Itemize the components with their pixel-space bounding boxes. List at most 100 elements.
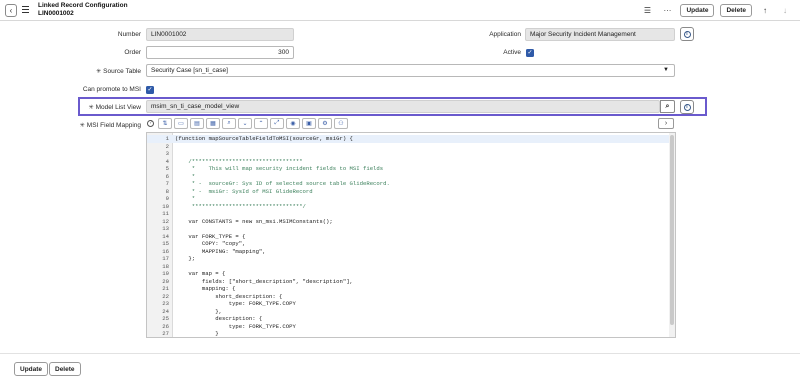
- required-icon: ✳: [96, 69, 102, 75]
- footer-update-button[interactable]: Update: [14, 362, 49, 376]
- code-text: },: [175, 307, 222, 315]
- code-text: * - msiGr: SysId of MSI GlideRecord: [175, 187, 313, 195]
- line-number: 24: [162, 307, 169, 315]
- line-number: 21: [162, 285, 169, 292]
- save-icon[interactable]: ▣: [302, 118, 316, 129]
- arrow-up-icon[interactable]: ↑: [758, 4, 772, 17]
- format-code-icon[interactable]: ⇅: [158, 118, 172, 129]
- script-editor[interactable]: 1 (function mapSourceTableFieldToMSI(sour…: [146, 132, 676, 338]
- code-line[interactable]: 18: [147, 263, 671, 271]
- code-line[interactable]: 22 short_description: {: [147, 293, 671, 301]
- code-line[interactable]: 9 *: [147, 195, 671, 203]
- update-button[interactable]: Update: [680, 3, 715, 17]
- code-line[interactable]: 26 type: FORK_TYPE.COPY: [147, 323, 671, 331]
- script-debugger-icon[interactable]: ◉: [286, 118, 300, 129]
- code-text: };: [175, 255, 196, 262]
- can-promote-checkbox[interactable]: ✓: [146, 86, 154, 94]
- code-line[interactable]: 23 type: FORK_TYPE.COPY: [147, 300, 671, 308]
- line-number: 9: [165, 195, 169, 202]
- hamburger-menu-icon[interactable]: [22, 6, 29, 13]
- code-line[interactable]: 14 var FORK_TYPE = {: [147, 233, 671, 241]
- search-icon[interactable]: ⌕: [222, 118, 236, 129]
- number-label: Number: [117, 31, 141, 38]
- line-number: 11: [162, 210, 169, 217]
- code-line[interactable]: 20 fields: ["short_description", "descri…: [147, 278, 671, 286]
- back-button[interactable]: ‹: [5, 4, 17, 17]
- expand-editor-button[interactable]: ›: [658, 118, 674, 129]
- code-line[interactable]: 24 },: [147, 308, 671, 316]
- page-title: Linked Record Configuration LIN0001002: [38, 2, 128, 18]
- comment-icon[interactable]: ▭: [174, 118, 188, 129]
- line-number: 4: [165, 157, 169, 165]
- application-field[interactable]: Major Security Incident Management: [525, 28, 675, 41]
- code-line[interactable]: 2: [147, 143, 671, 151]
- model-list-view-field[interactable]: msim_sn_ti_case_model_view: [146, 100, 660, 113]
- code-line[interactable]: 21 mapping: {: [147, 285, 671, 293]
- code-line[interactable]: 5 * This will map security incident fiel…: [147, 165, 671, 173]
- scrollbar-thumb[interactable]: [670, 135, 674, 325]
- active-checkbox[interactable]: ✓: [526, 49, 534, 57]
- line-number: 10: [162, 202, 169, 210]
- script-editor-toolbar: ⇅ ▭ ▤ ▦ ⌕ ⌄ ⌃ ⤢ ◉ ▣ ⚙ ⚇: [158, 118, 348, 130]
- collapse-icon[interactable]: ⌄: [238, 118, 252, 129]
- script-include-icon[interactable]: ⚙: [318, 118, 332, 129]
- code-line[interactable]: 6 *: [147, 173, 671, 181]
- delete-button[interactable]: Delete: [720, 3, 752, 17]
- code-line[interactable]: 27 }: [147, 330, 671, 337]
- more-options-icon[interactable]: ···: [660, 4, 674, 17]
- dropdown-caret-icon: ▼: [663, 67, 669, 73]
- code-line[interactable]: 17 };: [147, 255, 671, 263]
- code-line[interactable]: 11: [147, 210, 671, 218]
- line-number: 14: [162, 232, 169, 240]
- code-line[interactable]: 16 MAPPING: "mapping",: [147, 248, 671, 256]
- code-line[interactable]: 4 /*********************************: [147, 158, 671, 166]
- help-icon[interactable]: ?: [147, 120, 154, 127]
- code-line[interactable]: 10 *********************************/: [147, 203, 671, 211]
- syntax-check-icon[interactable]: ▦: [206, 118, 220, 129]
- code-line[interactable]: 15 COPY: "copy",: [147, 240, 671, 248]
- code-text: var FORK_TYPE = {: [175, 232, 246, 240]
- code-line[interactable]: 8 * - msiGr: SysId of MSI GlideRecord: [147, 188, 671, 196]
- code-line[interactable]: 25 description: {: [147, 315, 671, 323]
- code-text: MAPPING: "mapping",: [175, 247, 266, 255]
- fullscreen-icon[interactable]: ⤢: [270, 118, 284, 129]
- search-icon: ⌕: [665, 103, 670, 110]
- line-number: 16: [162, 247, 169, 255]
- model-list-view-info-button[interactable]: i: [680, 100, 694, 114]
- form-header: ‹ Linked Record Configuration LIN0001002…: [0, 0, 800, 21]
- code-text: *: [175, 172, 196, 180]
- code-text: COPY: "copy",: [175, 240, 246, 247]
- expand-icon[interactable]: ⌃: [254, 118, 268, 129]
- code-line[interactable]: 7 * - sourceGr: Sys ID of selected sourc…: [147, 180, 671, 188]
- line-number: 17: [162, 255, 169, 262]
- code-text: type: FORK_TYPE.COPY: [175, 322, 296, 330]
- arrow-down-icon[interactable]: ↓: [778, 4, 792, 17]
- editor-scrollbar[interactable]: [669, 133, 675, 337]
- settings-sliders-icon[interactable]: ☰: [640, 4, 654, 17]
- number-field[interactable]: LIN0001002: [146, 28, 294, 41]
- code-line[interactable]: 3: [147, 150, 671, 158]
- application-info-button[interactable]: i: [680, 27, 694, 41]
- code-text: *********************************/: [175, 202, 306, 210]
- order-field[interactable]: 300: [146, 46, 294, 59]
- application-label: Application: [489, 31, 521, 38]
- active-label: Active: [503, 49, 521, 56]
- scripting-assistant-icon[interactable]: ⚇: [334, 118, 348, 129]
- code-text: * This will map security incident fields…: [175, 165, 384, 172]
- toggle-comment-icon[interactable]: ▤: [190, 118, 204, 129]
- info-icon: i: [683, 30, 691, 38]
- source-table-select[interactable]: Security Case [sn_ti_case] ▼: [146, 64, 675, 77]
- code-line[interactable]: 12 var CONSTANTS = new sn_msi.MSIMConsta…: [147, 218, 671, 226]
- footer-delete-button[interactable]: Delete: [49, 362, 81, 376]
- line-number: 12: [162, 217, 169, 225]
- info-icon: i: [683, 103, 691, 111]
- code-line[interactable]: 1 (function mapSourceTableFieldToMSI(sour…: [147, 135, 671, 143]
- code-line[interactable]: 19 var map = {: [147, 270, 671, 278]
- code-text: (function mapSourceTableFieldToMSI(sourc…: [175, 135, 353, 142]
- line-number: 22: [162, 292, 169, 300]
- code-text: /*********************************: [175, 157, 303, 165]
- code-line[interactable]: 13: [147, 225, 671, 233]
- lookup-button[interactable]: ⌕: [660, 100, 675, 113]
- line-number: 25: [162, 315, 169, 322]
- msi-field-mapping-label: ✳ MSI Field Mapping: [60, 122, 141, 129]
